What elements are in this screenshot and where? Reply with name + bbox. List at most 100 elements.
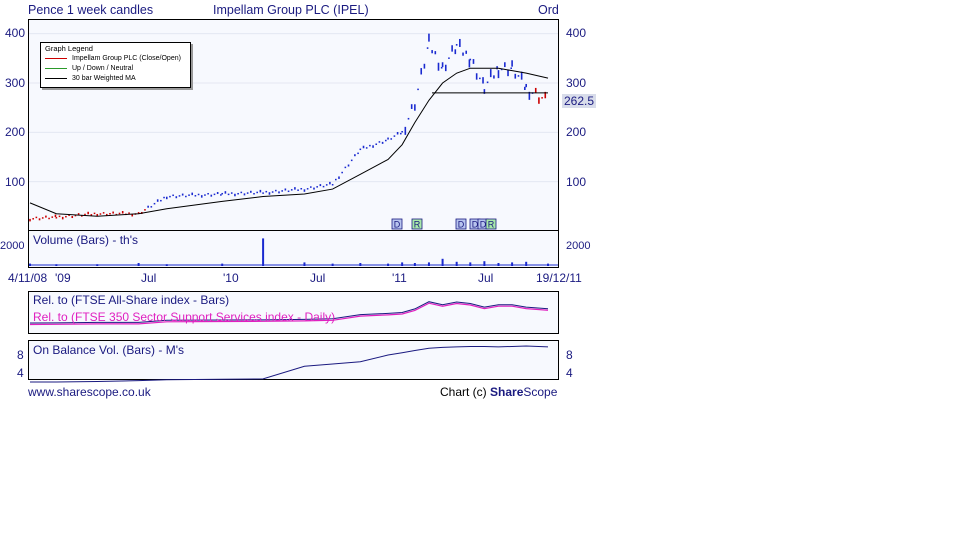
candle	[246, 192, 249, 194]
x-label-jul10: Jul	[310, 271, 326, 285]
candle	[341, 171, 343, 174]
candle	[538, 97, 540, 104]
candle	[344, 166, 347, 169]
candle	[54, 214, 57, 218]
candle	[181, 193, 184, 196]
candle	[472, 59, 475, 64]
price-tick-left-300: 300	[5, 76, 26, 90]
candle	[319, 184, 322, 187]
candle	[175, 196, 178, 199]
candle	[118, 212, 121, 215]
relative-label-sector: Rel. to (FTSE 350 Sector Support Service…	[33, 310, 336, 324]
candle	[121, 211, 124, 214]
candle	[156, 199, 159, 202]
candle	[423, 63, 426, 69]
candle	[404, 126, 407, 135]
candle	[482, 77, 484, 84]
candle	[441, 62, 444, 68]
candle	[468, 59, 471, 68]
candle	[514, 73, 517, 79]
candle	[102, 212, 105, 214]
candle	[440, 66, 443, 69]
candle	[459, 38, 461, 47]
volume-panel-label: Volume (Bars) - th's	[33, 233, 138, 247]
candle	[48, 217, 50, 220]
candle	[534, 87, 537, 93]
candle	[486, 81, 489, 84]
last-price-badge: 262.5	[562, 94, 597, 108]
candle	[335, 178, 337, 181]
candle	[35, 216, 38, 219]
price-tick-left-400: 400	[5, 26, 26, 40]
candle	[350, 159, 353, 162]
candle	[278, 191, 280, 194]
price-tick-right-300: 300	[566, 76, 587, 90]
candle	[384, 139, 387, 142]
footer-copyright: Chart (c) ShareScope	[440, 385, 557, 399]
x-label-jul09: Jul	[141, 271, 157, 285]
candle	[497, 70, 500, 79]
candle	[325, 184, 328, 186]
candle	[294, 187, 296, 190]
candle	[493, 75, 495, 79]
candle	[41, 217, 44, 219]
candle	[448, 57, 450, 59]
candle	[306, 188, 309, 190]
price-tick-right-100: 100	[566, 175, 587, 189]
candle	[128, 212, 130, 214]
candle	[541, 97, 543, 99]
candle	[216, 192, 219, 195]
candle	[271, 191, 274, 193]
obv-panel-label: On Balance Vol. (Bars) - M's	[33, 343, 185, 357]
candle	[93, 212, 96, 215]
candle	[393, 135, 396, 137]
candle	[357, 152, 359, 155]
candle	[237, 192, 239, 195]
candle	[507, 69, 509, 77]
candle	[390, 138, 393, 140]
candle	[434, 51, 437, 55]
event-marker-label: R	[414, 220, 421, 230]
legend-item-price: Impellam Group PLC (Close/Open)	[45, 55, 181, 64]
candle	[316, 186, 318, 188]
candle	[178, 195, 181, 197]
candle	[417, 88, 419, 91]
candle	[525, 83, 527, 88]
candle	[462, 52, 464, 56]
candle	[504, 62, 506, 68]
footer-copyright-prefix: Chart (c)	[440, 385, 491, 399]
candle	[230, 192, 233, 194]
candle	[58, 215, 61, 218]
candle	[375, 143, 378, 145]
candle	[455, 44, 458, 46]
candle	[169, 195, 171, 198]
event-marker-label: D	[458, 220, 465, 230]
x-label-09: '09	[55, 271, 71, 285]
x-label-11: '11	[392, 271, 407, 285]
volume-tick-left: 2000	[0, 240, 25, 252]
candle	[465, 50, 468, 54]
candle	[469, 58, 472, 61]
candle	[437, 62, 440, 71]
candle	[300, 187, 303, 190]
candle	[426, 47, 429, 49]
candle	[454, 49, 457, 55]
candle	[259, 189, 262, 193]
footer-url[interactable]: www.sharescope.co.uk	[28, 385, 151, 399]
candle	[524, 86, 526, 91]
candle	[338, 176, 340, 179]
candle	[322, 185, 325, 188]
relative-label-allshare: Rel. to (FTSE All-Share index - Bars)	[33, 293, 230, 307]
candle	[210, 194, 213, 197]
candle	[163, 196, 165, 199]
candle	[451, 45, 453, 52]
candle	[407, 117, 410, 120]
candle	[227, 193, 230, 196]
candle	[256, 191, 258, 194]
candle	[420, 68, 423, 75]
candle	[253, 192, 255, 195]
candle	[243, 193, 246, 196]
candle	[381, 141, 384, 144]
candle	[297, 189, 299, 191]
candle	[188, 194, 190, 196]
